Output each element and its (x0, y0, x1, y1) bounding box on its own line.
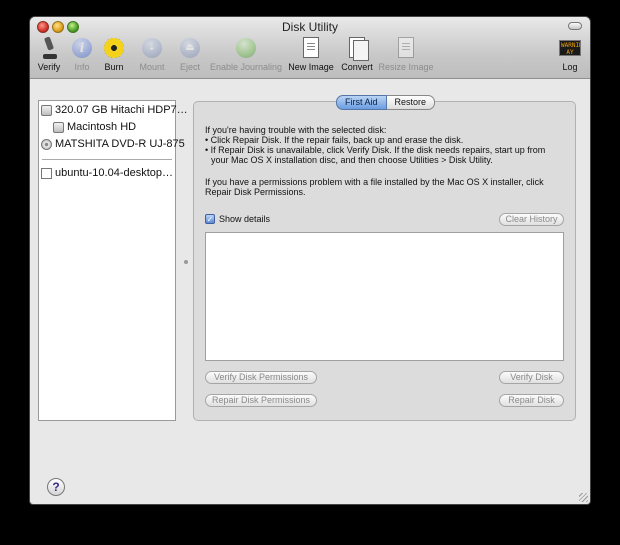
toolbar-log-label: Log (562, 62, 578, 72)
toolbar-eject-button[interactable]: ⏏ Eject (175, 35, 205, 72)
sidebar-item-label: Macintosh HD (67, 121, 137, 133)
new-image-icon (299, 35, 323, 61)
show-details-label: Show details (219, 214, 271, 224)
sidebar-item-hitachi-disk[interactable]: 320.07 GB Hitachi HDP7… (41, 103, 188, 118)
help-text-line: your Mac OS X installation disc, and the… (211, 155, 493, 165)
verify-disk-button[interactable]: Verify Disk (499, 371, 564, 384)
clear-history-button[interactable]: Clear History (499, 213, 564, 226)
toolbar-verify-label: Verify (37, 62, 61, 72)
checkmark-icon: ✓ (205, 214, 215, 224)
sidebar-item-ubuntu-image[interactable]: ubuntu-10.04-desktop… (41, 166, 173, 181)
toolbar-verify-button[interactable]: Verify (34, 35, 64, 72)
toolbar-eject-label: Eject (179, 62, 200, 72)
mount-icon: ⇣ (140, 35, 164, 61)
split-view-handle[interactable] (184, 260, 188, 264)
tab-restore[interactable]: Restore (386, 95, 436, 110)
toolbar-info-label: Info (74, 62, 90, 72)
help-text-line: If you're having trouble with the select… (205, 125, 387, 135)
sidebar-divider (42, 159, 172, 160)
help-text-line: If you have a permissions problem with a… (205, 177, 544, 187)
hard-disk-icon (41, 105, 52, 116)
sidebar-item-macintosh-hd[interactable]: Macintosh HD (53, 120, 136, 135)
toolbar-new-image-button[interactable]: New Image (288, 35, 334, 72)
repair-disk-permissions-button[interactable]: Repair Disk Permissions (205, 394, 317, 407)
log-icon: WARNING AY 7:36 (559, 40, 581, 56)
help-text-line: • If Repair Disk is unavailable, click V… (205, 145, 546, 155)
burn-icon (102, 35, 126, 61)
repair-disk-button[interactable]: Repair Disk (499, 394, 564, 407)
details-log-area[interactable] (205, 232, 564, 361)
toolbar-mount-button[interactable]: ⇣ Mount (135, 35, 169, 72)
toolbar-journaling-label: Enable Journaling (209, 62, 283, 72)
journaling-icon (234, 35, 258, 61)
disk-image-icon (41, 168, 52, 179)
verify-disk-permissions-button[interactable]: Verify Disk Permissions (205, 371, 317, 384)
toolbar-info-button[interactable]: i Info (68, 35, 96, 72)
toolbar-resize-image-button[interactable]: Resize Image (378, 35, 434, 72)
help-button[interactable]: ? (47, 478, 65, 496)
sidebar-item-label: 320.07 GB Hitachi HDP7… (55, 104, 188, 116)
sidebar-item-dvd-drive[interactable]: MATSHITA DVD-R UJ-875 (41, 137, 185, 152)
sidebar-item-label: ubuntu-10.04-desktop… (55, 167, 174, 179)
microscope-icon (37, 35, 61, 61)
toolbar-resize-label: Resize Image (378, 62, 434, 72)
tab-control: First Aid Restore (336, 95, 436, 110)
title-bar: Disk Utility Verify i Info Burn ⇣ Mount … (30, 17, 590, 79)
toolbar-new-image-label: New Image (288, 62, 334, 72)
resize-grip[interactable] (579, 493, 588, 502)
toolbar-burn-button[interactable]: Burn (99, 35, 129, 72)
tab-first-aid[interactable]: First Aid (336, 95, 387, 110)
help-text-line: Repair Disk Permissions. (205, 187, 306, 197)
toolbar-toggle-button[interactable] (568, 22, 582, 30)
optical-drive-icon (41, 139, 52, 150)
toolbar-mount-label: Mount (139, 62, 165, 72)
toolbar-log-button[interactable]: WARNING AY 7:36 Log (556, 35, 584, 72)
toolbar-convert-button[interactable]: Convert (339, 35, 375, 72)
toolbar-burn-label: Burn (104, 62, 124, 72)
toolbar-enable-journaling-button[interactable]: Enable Journaling (209, 35, 283, 72)
info-icon: i (70, 35, 94, 61)
show-details-checkbox[interactable]: ✓ Show details (205, 214, 270, 224)
resize-image-icon (394, 35, 418, 61)
toolbar-convert-label: Convert (341, 62, 373, 72)
disk-list-sidebar: 320.07 GB Hitachi HDP7… Macintosh HD MAT… (38, 100, 188, 421)
help-text-line: • Click Repair Disk. If the repair fails… (205, 135, 464, 145)
window-title: Disk Utility (282, 20, 338, 34)
disk-utility-window: Disk Utility Verify i Info Burn ⇣ Mount … (30, 17, 590, 504)
volume-icon (53, 122, 64, 133)
sidebar-item-label: MATSHITA DVD-R UJ-875 (55, 138, 185, 150)
eject-icon: ⏏ (178, 35, 202, 61)
convert-icon (345, 35, 369, 61)
